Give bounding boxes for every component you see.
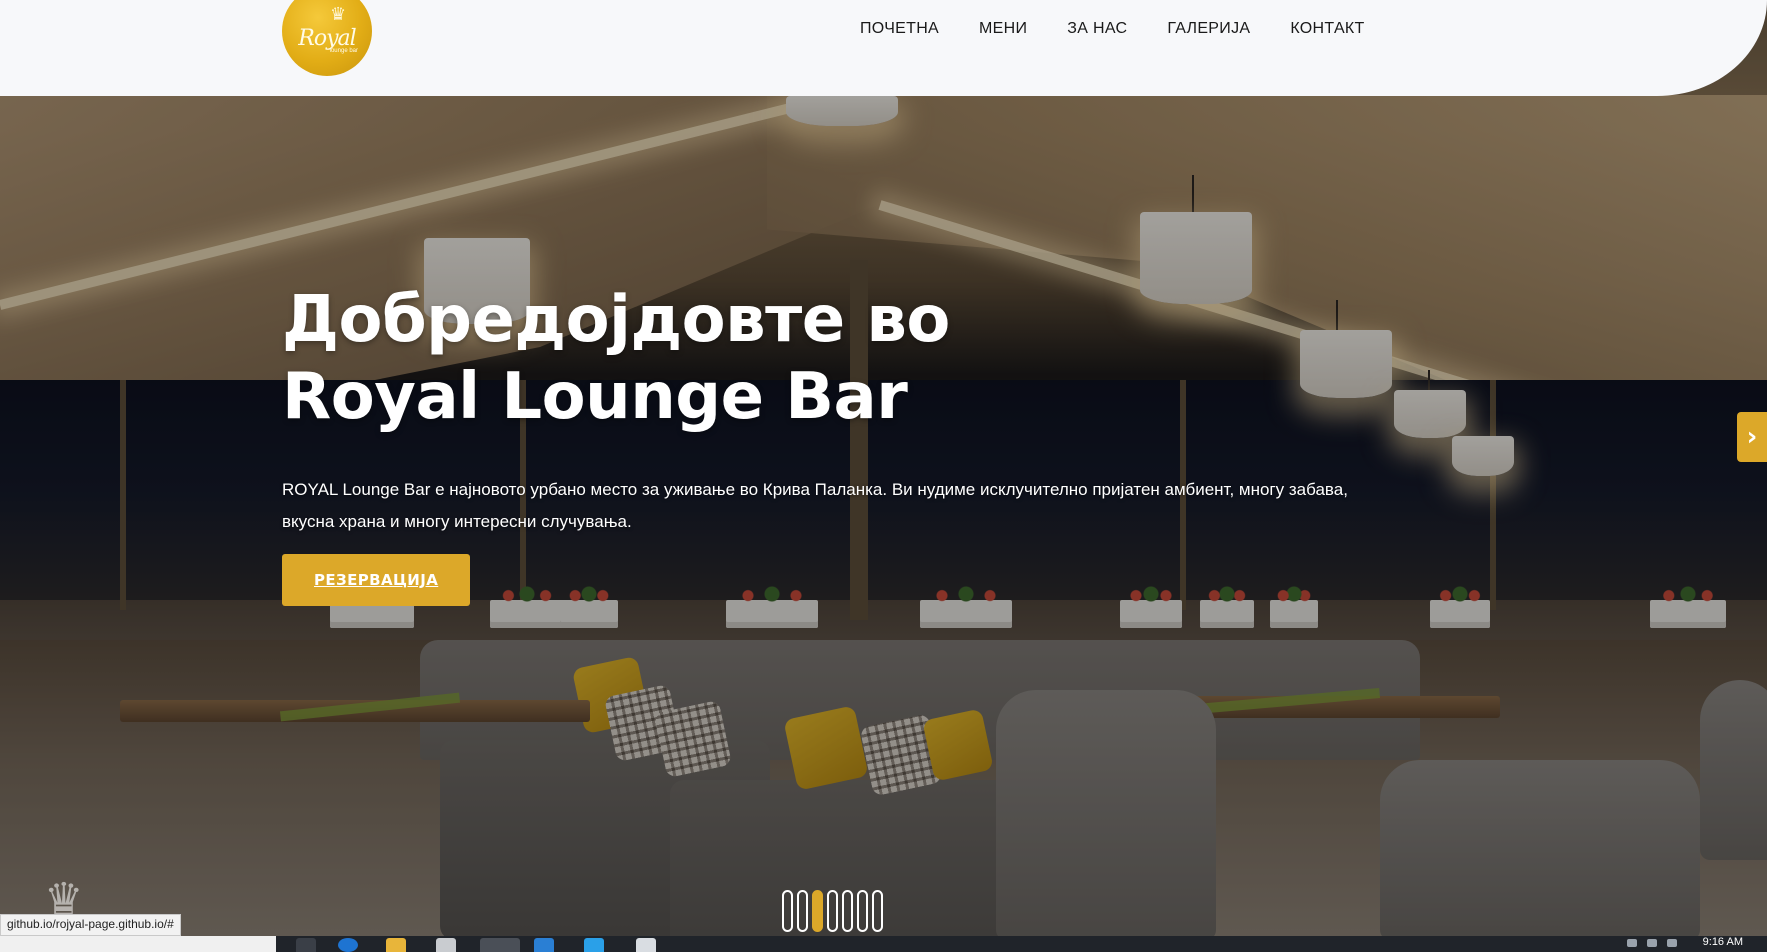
reservation-button[interactable]: РЕЗЕРВАЦИЈА — [282, 554, 471, 606]
logo-text: Royal — [298, 25, 356, 51]
vscode-icon[interactable] — [584, 938, 604, 952]
notepad-icon[interactable] — [636, 938, 656, 952]
os-taskbar: 9:16 AM — [0, 936, 1767, 952]
slider-indicator[interactable] — [782, 890, 793, 932]
nav-item-menu[interactable]: МЕНИ — [979, 20, 1027, 38]
slider-next-button[interactable]: › — [1737, 412, 1767, 462]
slider-indicator[interactable] — [857, 890, 868, 932]
hero-content: Добредојдовте во Royal Lounge Bar ROYAL … — [282, 282, 1402, 606]
nav-item-about[interactable]: ЗА НАС — [1067, 20, 1127, 38]
crown-icon: ♛ — [330, 4, 347, 24]
taskbar-search-box[interactable] — [0, 936, 276, 952]
chevron-right-icon: › — [1746, 422, 1758, 452]
site-header: ♛ Royal lounge bar ПОЧЕТНА МЕНИ ЗА НАС Г… — [0, 0, 1767, 96]
hero-description: ROYAL Lounge Bar е најновото урбано мест… — [282, 480, 1348, 531]
brand-logo[interactable]: ♛ Royal lounge bar — [282, 0, 372, 76]
slider-indicators — [782, 890, 883, 932]
mail-icon[interactable] — [534, 938, 554, 952]
main-nav: ПОЧЕТНА МЕНИ ЗА НАС ГАЛЕРИЈА КОНТАКТ — [860, 20, 1365, 38]
hero-title: Добредојдовте во Royal Lounge Bar — [282, 282, 1402, 436]
system-tray — [1627, 939, 1677, 947]
slider-indicator[interactable] — [797, 890, 808, 932]
task-view-icon[interactable] — [296, 938, 316, 952]
browser-viewport: ♛ Royal lounge bar ПОЧЕТНА МЕНИ ЗА НАС Г… — [0, 0, 1767, 952]
language-icon[interactable] — [1667, 939, 1677, 947]
slider-indicator[interactable] — [812, 890, 823, 932]
slider-indicator[interactable] — [842, 890, 853, 932]
taskbar-clock[interactable]: 9:16 AM — [1703, 936, 1743, 948]
edge-browser-icon[interactable] — [338, 938, 358, 952]
hero-title-line2: Royal Lounge Bar — [282, 360, 908, 434]
slider-indicator[interactable] — [872, 890, 883, 932]
nav-item-gallery[interactable]: ГАЛЕРИЈА — [1167, 20, 1250, 38]
store-icon[interactable] — [436, 938, 456, 952]
volume-icon[interactable] — [1647, 939, 1657, 947]
status-bar-url: github.io/rojyal-page.github.io/# — [0, 914, 181, 936]
nav-item-contact[interactable]: КОНТАКТ — [1290, 20, 1364, 38]
nav-item-home[interactable]: ПОЧЕТНА — [860, 20, 939, 38]
network-icon[interactable] — [1627, 939, 1637, 947]
slider-indicator[interactable] — [827, 890, 838, 932]
chrome-browser-icon[interactable] — [480, 938, 520, 952]
hero-title-line1: Добредојдовте во — [282, 283, 950, 357]
logo-subtext: lounge bar — [329, 48, 358, 54]
file-explorer-icon[interactable] — [386, 938, 406, 952]
